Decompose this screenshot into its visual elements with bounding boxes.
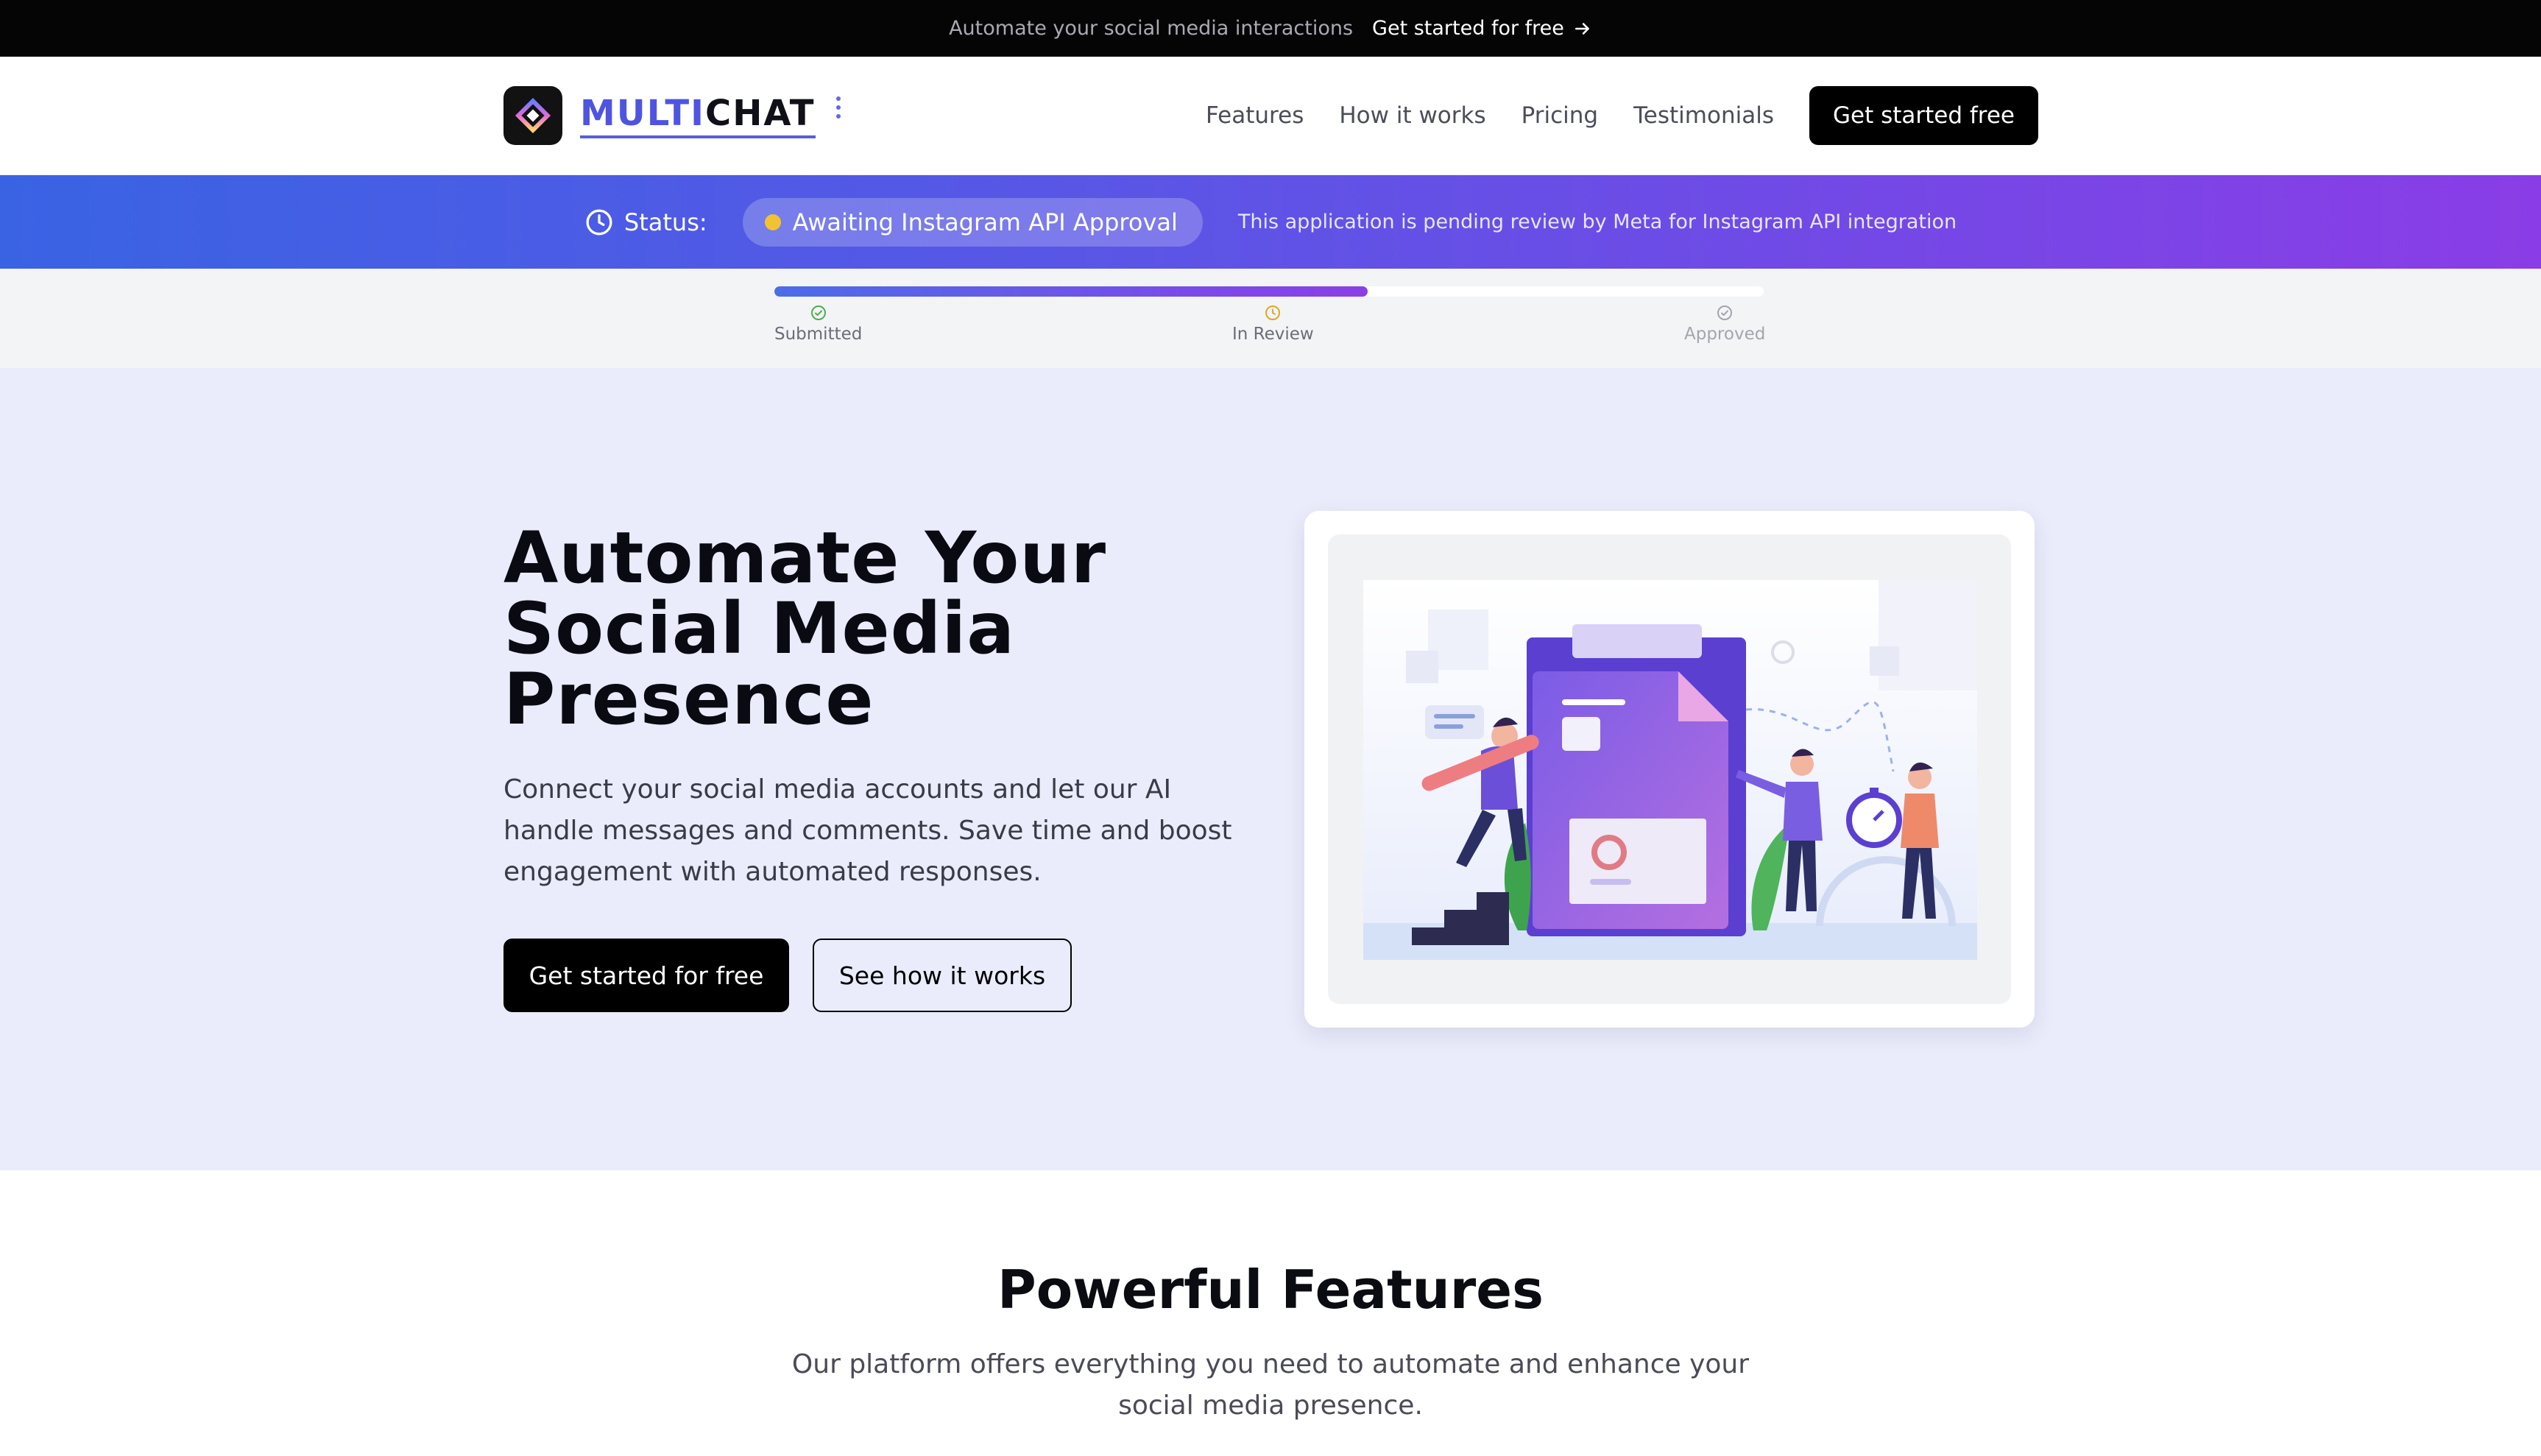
clock-icon [586, 209, 612, 235]
status-badge-text: Awaiting Instagram API Approval [792, 208, 1178, 236]
brand-wordmark-part1: MULTI [580, 93, 705, 134]
nav-link-features[interactable]: Features [1206, 102, 1304, 129]
announcement-cta-label: Get started for free [1372, 17, 1564, 40]
brand[interactable]: MULTICHAT [503, 86, 841, 145]
site-header: MULTICHAT Features How it works Pricing … [0, 57, 2541, 175]
brand-wordmark: MULTICHAT [580, 93, 816, 138]
see-how-it-works-button[interactable]: See how it works [813, 939, 1072, 1012]
brand-wordmark-part2: CHAT [704, 93, 816, 134]
nav-link-testimonials[interactable]: Testimonials [1633, 102, 1774, 129]
team-planning-illustration [1363, 580, 1977, 960]
progress-fill [774, 286, 1368, 297]
progress-step-submitted: Submitted [774, 304, 862, 344]
clock-icon [1265, 305, 1281, 320]
hero-title: Automate Your Social Media Presence [503, 523, 1166, 735]
check-circle-icon [810, 305, 826, 320]
features-section: Powerful Features Our platform offers ev… [0, 1259, 2541, 1427]
announcement-message: Automate your social media interactions [949, 17, 1354, 40]
status-dot [764, 213, 781, 230]
status-note: This application is pending review by Me… [1237, 211, 1957, 233]
status-label: Status: [623, 208, 707, 236]
nav-link-pricing[interactable]: Pricing [1522, 102, 1599, 129]
hero-description: Connect your social media accounts and l… [503, 774, 1232, 887]
progress-step-label: Approved [1684, 325, 1766, 344]
hero-title-line: Presence [503, 658, 874, 741]
progress-step-label: Submitted [774, 325, 863, 344]
features-subtitle: Our platform offers everything you need … [791, 1349, 1750, 1421]
status-banner: Status: Awaiting Instagram API Approval … [0, 175, 2541, 269]
multichat-logo-icon [503, 86, 562, 145]
arrow-right-icon [1575, 22, 1589, 35]
header-get-started-button[interactable]: Get started free [1809, 86, 2038, 145]
hero-illustration-card [1304, 511, 2035, 1028]
progress-track [774, 286, 1764, 297]
main-nav: Features How it works Pricing Testimonia… [1206, 86, 2038, 145]
announcement-cta-link[interactable]: Get started for free [1372, 17, 1592, 40]
status-lead: Status: [584, 208, 707, 237]
vertical-dots-icon [835, 96, 841, 119]
approval-progress: Submitted In Review Approved [0, 269, 2541, 368]
features-title: Powerful Features [997, 1259, 1544, 1321]
status-badge: Awaiting Instagram API Approval [742, 197, 1203, 247]
get-started-button[interactable]: Get started for free [503, 939, 789, 1012]
illustration-frame [1328, 534, 2011, 1004]
hero-section: Automate Your Social Media Presence Conn… [0, 368, 2541, 1170]
progress-step-label: In Review [1232, 325, 1314, 344]
progress-step-approved: Approved [1684, 304, 1765, 344]
nav-link-how-it-works[interactable]: How it works [1339, 102, 1485, 129]
hero-actions: Get started for free See how it works [503, 939, 1072, 1012]
progress-step-in-review: In Review [1232, 304, 1314, 344]
announcement-bar: Automate your social media interactions … [0, 0, 2541, 57]
check-circle-icon [1717, 305, 1733, 320]
